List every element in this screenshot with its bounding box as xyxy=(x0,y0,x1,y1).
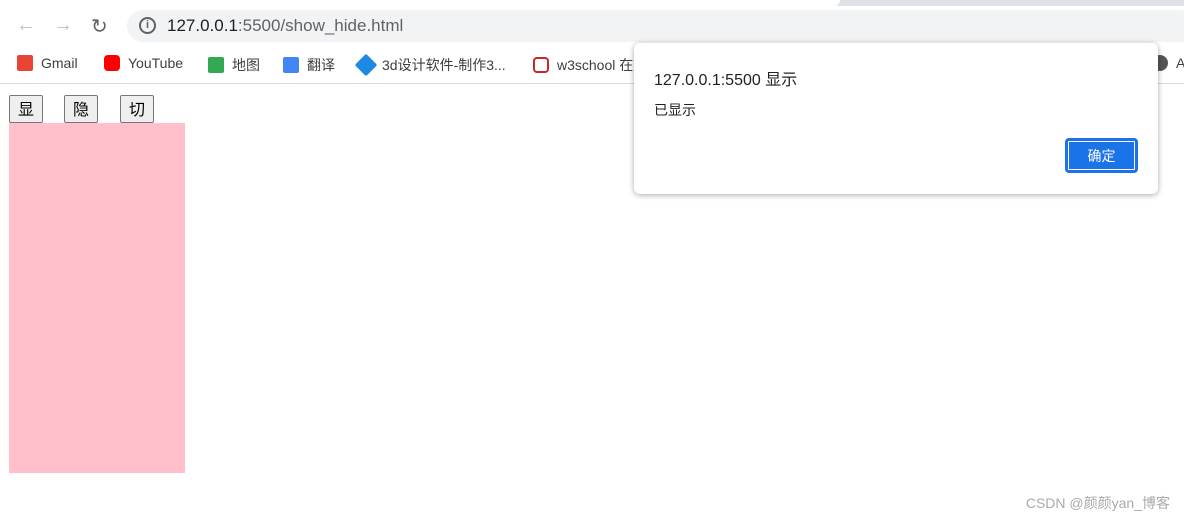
bookmark-maps[interactable]: 地图 xyxy=(208,55,260,75)
bookmark-gmail[interactable]: Gmail xyxy=(17,55,78,71)
bookmark-label: A xyxy=(1176,55,1184,71)
address-bar[interactable]: i 127.0.0.1:5500/show_hide.html xyxy=(127,10,1184,42)
bookmark-w3school[interactable]: w3school 在 xyxy=(533,55,633,75)
youtube-icon xyxy=(104,55,120,71)
3d-logo-icon xyxy=(354,53,378,77)
bookmark-label: Gmail xyxy=(41,55,78,71)
forward-icon[interactable]: → xyxy=(53,14,73,37)
bookmark-label: YouTube xyxy=(128,55,184,71)
watermark: CSDN @颜颜yan_博客 xyxy=(1025,495,1170,511)
gmail-icon xyxy=(17,55,33,71)
toggle-button[interactable]: 切换 xyxy=(120,95,155,143)
url-text: 127.0.0.1:5500/show_hide.html xyxy=(167,16,403,36)
reload-icon[interactable]: ↻ xyxy=(91,14,108,39)
bookmark-3d[interactable]: 3d设计软件-制作3... xyxy=(354,53,506,77)
show-button[interactable]: 显示 xyxy=(9,95,44,143)
bookmark-translate[interactable]: 翻译 xyxy=(283,55,335,75)
ok-button[interactable]: 确定 xyxy=(1065,138,1138,173)
hide-button[interactable]: 隐藏 xyxy=(64,95,99,143)
url-path: :5500/show_hide.html xyxy=(237,16,404,35)
w3school-icon xyxy=(533,57,549,73)
bookmark-label: 3d设计软件-制作3... xyxy=(382,57,506,73)
url-host: 127.0.0.1 xyxy=(167,16,238,35)
translate-icon xyxy=(283,57,299,73)
info-icon[interactable]: i xyxy=(139,17,156,34)
bookmark-label: 地图 xyxy=(232,57,260,73)
browser-toolbar: ← → ↻ i 127.0.0.1:5500/show_hide.html xyxy=(0,6,1184,46)
maps-icon xyxy=(208,57,224,73)
bookmark-label: w3school 在 xyxy=(557,57,634,73)
bookmark-youtube[interactable]: YouTube xyxy=(104,55,183,71)
bookmark-label: 翻译 xyxy=(307,57,335,73)
back-icon[interactable]: ← xyxy=(16,14,36,37)
pink-box xyxy=(9,123,185,473)
dialog-message: 已显示 xyxy=(654,102,696,118)
alert-dialog: 127.0.0.1:5500 显示 已显示 确定 xyxy=(634,43,1158,194)
dialog-title: 127.0.0.1:5500 显示 xyxy=(654,72,798,89)
